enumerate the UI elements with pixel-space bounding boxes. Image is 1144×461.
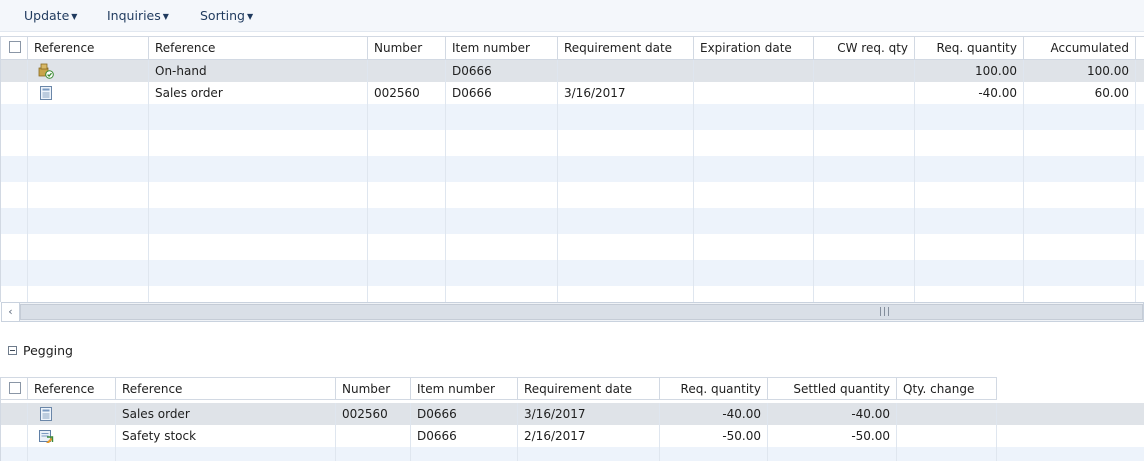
- chevron-down-icon: ▼: [246, 12, 254, 21]
- scroll-left-button[interactable]: ‹: [2, 303, 20, 321]
- item-number-cell: D0666: [411, 425, 518, 447]
- col-header-cw-req-qty[interactable]: CW req. qty: [814, 37, 915, 59]
- inquiries-menu-label: Inquiries: [107, 8, 161, 23]
- expiration-date-cell: [694, 82, 814, 104]
- number-cell: 002560: [368, 82, 446, 104]
- row-select-cell: [1, 425, 28, 447]
- chevron-down-icon: ▼: [71, 12, 78, 21]
- grid-header: Reference Reference Number Item number R…: [1, 36, 1144, 60]
- table-row[interactable]: Sales order 002560 D0666 3/16/2017 -40.0…: [1, 403, 1144, 425]
- empty-row: [1, 208, 1144, 234]
- col-header-expiration-date[interactable]: Expiration date: [694, 37, 814, 59]
- update-menu-label: Update: [24, 8, 70, 23]
- col-header-reference[interactable]: Reference: [149, 37, 368, 59]
- update-menu[interactable]: Update ▼: [24, 8, 77, 23]
- number-cell: 002560: [336, 403, 411, 425]
- col-header-reference[interactable]: Reference: [116, 378, 336, 399]
- table-row[interactable]: Sales order 002560 D0666 3/16/2017 -40.0…: [1, 82, 1144, 104]
- table-row[interactable]: On-hand D0666 100.00 100.00: [1, 60, 1144, 82]
- reference-icon-cell: [28, 403, 116, 425]
- empty-row: [1, 104, 1144, 130]
- empty-row: [1, 286, 1144, 302]
- col-header-reference-icon[interactable]: Reference: [28, 378, 116, 399]
- empty-row: [1, 156, 1144, 182]
- col-header-number[interactable]: Number: [368, 37, 446, 59]
- accumulated-cell: 100.00: [1024, 60, 1136, 82]
- select-all-cell: [1, 378, 28, 399]
- reference-cell: Sales order: [149, 82, 368, 104]
- item-number-cell: D0666: [446, 60, 558, 82]
- row-select-cell: [1, 403, 28, 425]
- action-toolbar: Update ▼ Inquiries ▼ Sorting ▼: [0, 0, 1144, 32]
- req-quantity-cell: -40.00: [915, 82, 1024, 104]
- pegging-section-header[interactable]: Pegging: [8, 343, 73, 358]
- select-all-checkbox[interactable]: [9, 382, 21, 394]
- inquiries-menu[interactable]: Inquiries ▼: [107, 8, 169, 23]
- col-header-item-number[interactable]: Item number: [446, 37, 558, 59]
- req-quantity-cell: 100.00: [915, 60, 1024, 82]
- grid-header: Reference Reference Number Item number R…: [1, 377, 997, 400]
- number-cell: [368, 60, 446, 82]
- empty-row: [1, 260, 1144, 286]
- collapse-icon[interactable]: [8, 346, 17, 355]
- select-all-checkbox[interactable]: [9, 41, 21, 53]
- accumulated-cell: 60.00: [1024, 82, 1136, 104]
- empty-row: [1, 447, 1144, 461]
- col-header-accumulated[interactable]: Accumulated: [1024, 37, 1136, 59]
- col-header-req-quantity[interactable]: Req. quantity: [660, 378, 768, 399]
- reference-icon-cell: [28, 82, 149, 104]
- sorting-menu-label: Sorting: [200, 8, 245, 23]
- col-header-requirement-date[interactable]: Requirement date: [558, 37, 694, 59]
- row-select-cell: [1, 60, 28, 82]
- reference-cell: Safety stock: [116, 425, 336, 447]
- col-header-req-quantity[interactable]: Req. quantity: [915, 37, 1024, 59]
- col-header-number[interactable]: Number: [336, 378, 411, 399]
- pegging-section-title: Pegging: [23, 343, 73, 358]
- safety-stock-icon: [39, 430, 54, 443]
- pegging-grid: Reference Reference Number Item number R…: [0, 377, 1144, 461]
- empty-row: [1, 130, 1144, 156]
- row-select-cell: [1, 82, 28, 104]
- col-header-settled-quantity[interactable]: Settled quantity: [768, 378, 897, 399]
- number-cell: [336, 425, 411, 447]
- scrollbar-thumb[interactable]: |||: [20, 304, 1143, 320]
- item-number-cell: D0666: [411, 403, 518, 425]
- settled-quantity-cell: -40.00: [768, 403, 897, 425]
- on-hand-icon: [38, 63, 54, 79]
- qty-change-cell: [897, 425, 997, 447]
- cw-req-qty-cell: [814, 82, 915, 104]
- sorting-menu[interactable]: Sorting ▼: [200, 8, 253, 23]
- col-header-reference-icon[interactable]: Reference: [28, 37, 149, 59]
- reference-icon-cell: [28, 425, 116, 447]
- chevron-left-icon: ‹: [8, 305, 13, 318]
- req-quantity-cell: -40.00: [660, 403, 768, 425]
- select-all-cell: [1, 37, 28, 59]
- col-header-item-number[interactable]: Item number: [411, 378, 518, 399]
- req-quantity-cell: -50.00: [660, 425, 768, 447]
- cw-req-qty-cell: [814, 60, 915, 82]
- horizontal-scrollbar[interactable]: ‹ |||: [1, 302, 1144, 322]
- reference-icon-cell: [28, 60, 149, 82]
- requirement-date-cell: 3/16/2017: [518, 403, 660, 425]
- chevron-down-icon: ▼: [162, 12, 169, 21]
- reference-cell: Sales order: [116, 403, 336, 425]
- requirement-date-cell: 3/16/2017: [558, 82, 694, 104]
- grip-icon: |||: [879, 307, 892, 317]
- empty-row: [1, 234, 1144, 260]
- empty-row: [1, 182, 1144, 208]
- requirement-grid: Reference Reference Number Item number R…: [0, 36, 1144, 302]
- reference-cell: On-hand: [149, 60, 368, 82]
- qty-change-cell: [897, 403, 997, 425]
- col-header-requirement-date[interactable]: Requirement date: [518, 378, 660, 399]
- sales-order-icon: [40, 86, 52, 100]
- col-header-qty-change[interactable]: Qty. change: [897, 378, 997, 399]
- settled-quantity-cell: -50.00: [768, 425, 897, 447]
- requirement-date-cell: [558, 60, 694, 82]
- sales-order-icon: [40, 407, 52, 421]
- table-row[interactable]: Safety stock D0666 2/16/2017 -50.00 -50.…: [1, 425, 1144, 447]
- requirement-date-cell: 2/16/2017: [518, 425, 660, 447]
- expiration-date-cell: [694, 60, 814, 82]
- item-number-cell: D0666: [446, 82, 558, 104]
